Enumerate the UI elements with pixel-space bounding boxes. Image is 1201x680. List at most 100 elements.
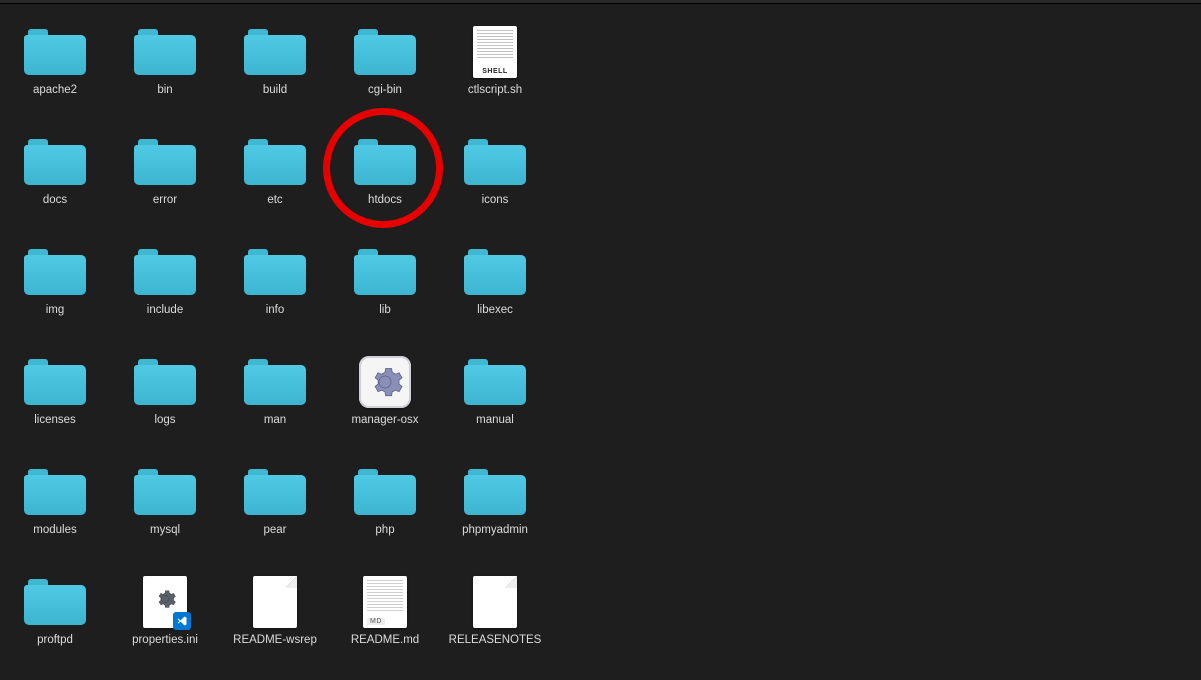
file-item-bin[interactable]: bin [110,20,220,130]
icon-wrap [23,356,87,408]
shell-file-icon: SHELL [473,26,517,78]
file-label: build [263,84,287,98]
file-item-img[interactable]: img [0,240,110,350]
file-item-cgi-bin[interactable]: cgi-bin [330,20,440,130]
folder-icon [24,29,86,75]
file-label: modules [33,524,76,538]
folder-icon [24,249,86,295]
file-item-man[interactable]: man [220,350,330,460]
file-item-error[interactable]: error [110,130,220,240]
icon-wrap [353,466,417,518]
file-item-htdocs[interactable]: htdocs [330,130,440,240]
icon-wrap [463,246,527,298]
file-label: php [375,524,394,538]
file-label: etc [267,194,282,208]
icon-wrap [463,466,527,518]
folder-icon [244,359,306,405]
file-label: mysql [150,524,180,538]
plain-file-icon [253,576,297,628]
file-item-lib[interactable]: lib [330,240,440,350]
file-item-README.md[interactable]: MD README.md [330,570,440,680]
folder-icon [24,359,86,405]
file-item-manual[interactable]: manual [440,350,550,460]
icon-wrap [133,356,197,408]
file-item-php[interactable]: php [330,460,440,570]
file-item-ctlscript.sh[interactable]: SHELL ctlscript.sh [440,20,550,130]
icon-wrap [243,136,307,188]
file-item-logs[interactable]: logs [110,350,220,460]
file-label: libexec [477,304,513,318]
folder-icon [134,139,196,185]
file-label: apache2 [33,84,77,98]
icon-wrap [23,576,87,628]
file-label: info [266,304,285,318]
folder-icon [354,469,416,515]
file-item-docs[interactable]: docs [0,130,110,240]
folder-icon [134,469,196,515]
icon-wrap [463,136,527,188]
markdown-file-icon: MD [363,576,407,628]
folder-icon [134,249,196,295]
icon-wrap [243,246,307,298]
file-item-README-wsrep[interactable]: README-wsrep [220,570,330,680]
icon-wrap [243,26,307,78]
gear-icon [154,588,176,610]
icon-wrap [353,246,417,298]
file-label: phpmyadmin [462,524,528,538]
file-item-proftpd[interactable]: proftpd [0,570,110,680]
file-item-manager-osx[interactable]: manager-osx [330,350,440,460]
file-item-build[interactable]: build [220,20,330,130]
file-item-apache2[interactable]: apache2 [0,20,110,130]
folder-icon [244,29,306,75]
icon-wrap [133,246,197,298]
file-label: lib [379,304,391,318]
file-label: RELEASENOTES [449,634,542,648]
folder-icon [134,29,196,75]
icon-wrap [133,136,197,188]
file-item-include[interactable]: include [110,240,220,350]
file-grid-area: apache2 bin build cgi-bin SHELL ctlscrip… [0,4,1201,680]
file-item-mysql[interactable]: mysql [110,460,220,570]
file-label: cgi-bin [368,84,402,98]
file-type-tag: MD [367,618,385,625]
ini-file-icon [143,576,187,628]
folder-icon [464,139,526,185]
file-item-libexec[interactable]: libexec [440,240,550,350]
file-item-pear[interactable]: pear [220,460,330,570]
file-item-phpmyadmin[interactable]: phpmyadmin [440,460,550,570]
icon-wrap [133,26,197,78]
manager-app-icon [359,356,411,408]
file-item-info[interactable]: info [220,240,330,350]
file-label: README-wsrep [233,634,317,648]
icon-wrap [133,466,197,518]
icon-wrap [23,246,87,298]
file-label: bin [157,84,172,98]
file-label: manual [476,414,514,428]
file-label: manager-osx [351,414,418,428]
icon-wrap [353,356,417,408]
file-item-licenses[interactable]: licenses [0,350,110,460]
file-label: pear [263,524,286,538]
icon-wrap [353,26,417,78]
file-label: licenses [34,414,76,428]
icon-wrap [23,136,87,188]
file-item-icons[interactable]: icons [440,130,550,240]
icon-wrap [243,356,307,408]
icon-wrap [23,26,87,78]
file-label: error [153,194,177,208]
file-label: img [46,304,65,318]
icon-wrap: MD [353,576,417,628]
file-label: ctlscript.sh [468,84,522,98]
file-label: README.md [351,634,419,648]
file-label: include [147,304,183,318]
icon-wrap [463,356,527,408]
file-item-modules[interactable]: modules [0,460,110,570]
folder-icon [354,29,416,75]
plain-file-icon [473,576,517,628]
icon-wrap [243,466,307,518]
file-item-RELEASENOTES[interactable]: RELEASENOTES [440,570,550,680]
file-item-etc[interactable]: etc [220,130,330,240]
icon-wrap [463,576,527,628]
file-item-properties.ini[interactable]: properties.ini [110,570,220,680]
file-label: properties.ini [132,634,198,648]
